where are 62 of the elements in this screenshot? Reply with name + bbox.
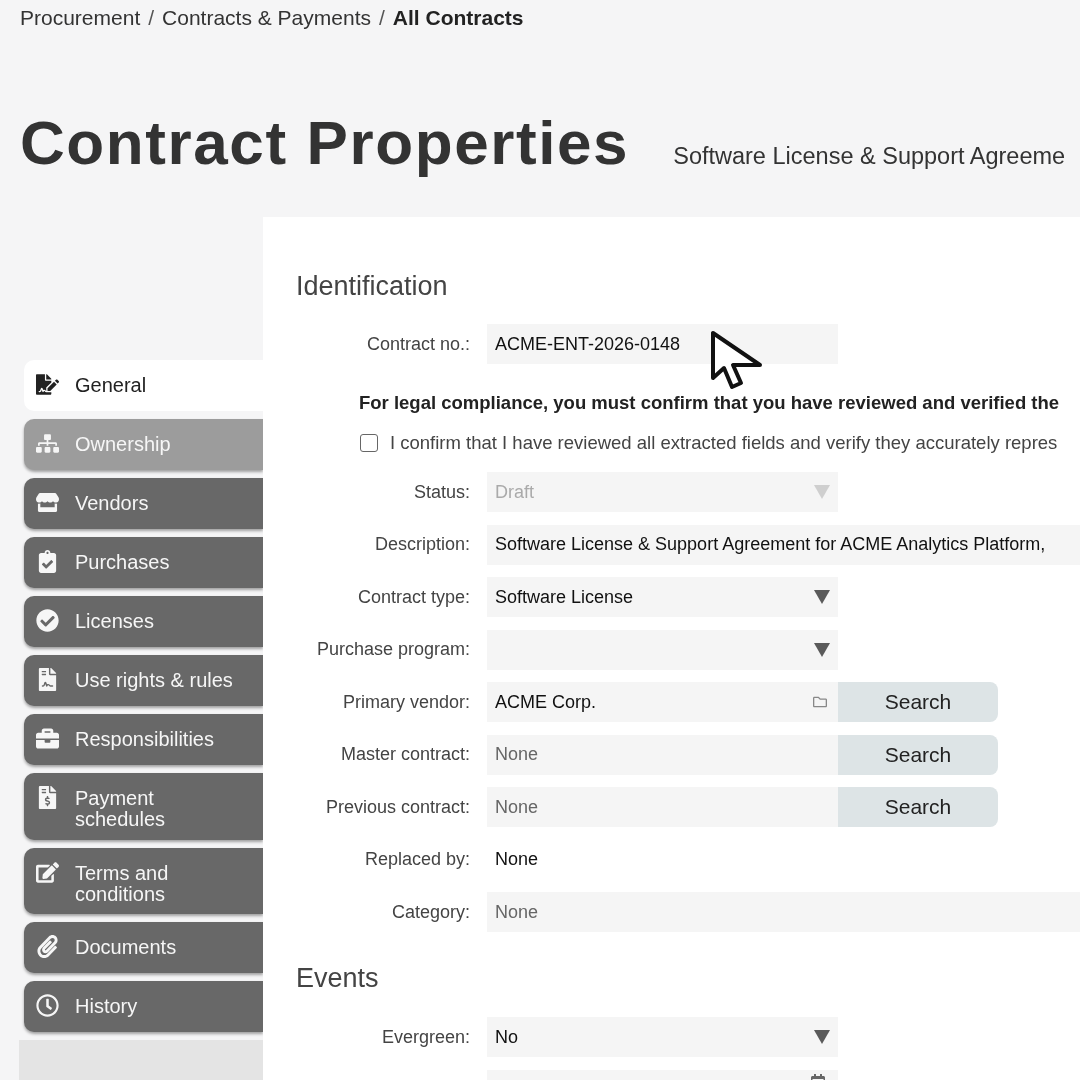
breadcrumb-separator: / xyxy=(379,5,385,32)
sidebar-tab[interactable]: Use rights & rules xyxy=(24,655,263,706)
document-icon xyxy=(36,668,59,691)
breadcrumb-link[interactable]: Contracts & Payments xyxy=(162,2,371,34)
search-button[interactable]: Search xyxy=(838,682,998,722)
field-label: Contract no.: xyxy=(366,332,470,356)
compliance-notice: For legal compliance, you must confirm that you have reviewed and verified the xyxy=(359,392,1060,413)
sidebar-tab[interactable]: Terms and conditions xyxy=(24,847,263,914)
field-label: Primary vendor: xyxy=(342,690,470,714)
dropdown[interactable]: No xyxy=(487,1017,838,1057)
sidebar-tab[interactable]: Vendors xyxy=(24,478,263,529)
caret-down-icon xyxy=(814,485,830,499)
breadcrumb-separator: / xyxy=(148,5,155,32)
edit-icon xyxy=(36,860,59,884)
lookup-field[interactable]: None xyxy=(487,787,838,827)
section-heading: Events xyxy=(296,962,380,994)
field-label: Replaced by: xyxy=(364,848,470,871)
field-label: Previous contract: xyxy=(325,795,470,819)
dropdown[interactable] xyxy=(487,629,838,670)
field-label: Contract type: xyxy=(357,585,470,609)
page-title: Contract Properties xyxy=(20,108,630,178)
checkbox-label: I confirm that I have reviewed all extracted fields and verify they accurately repres xyxy=(390,431,1058,456)
search-button[interactable]: Search xyxy=(838,787,998,827)
field-label: Category: xyxy=(391,900,470,924)
caret-down-icon xyxy=(814,590,830,604)
field-label: Purchase program: xyxy=(316,638,470,661)
page-subtitle: Software License & Support Agreeme xyxy=(673,142,1066,171)
search-button[interactable]: Search xyxy=(838,734,998,775)
caret-down-icon xyxy=(814,1030,830,1044)
dollar-document-icon xyxy=(36,786,59,809)
field-label: Master contract: xyxy=(340,743,470,766)
storefront-icon xyxy=(36,491,59,514)
sidebar-tab[interactable]: Responsibilities xyxy=(24,714,263,765)
breadcrumb-current: All Contracts xyxy=(392,5,524,32)
breadcrumb-link[interactable]: Procurement xyxy=(20,2,141,34)
lookup-field[interactable]: None xyxy=(487,734,838,775)
sidebar-tab[interactable]: Purchases xyxy=(24,537,263,588)
sitemap-icon xyxy=(36,432,59,455)
clock-icon xyxy=(36,994,59,1017)
lookup-field[interactable]: ACME Corp. xyxy=(487,682,838,722)
clipboard-check-icon xyxy=(36,550,59,573)
text-field[interactable]: None xyxy=(487,892,1080,932)
text-field[interactable]: ACME-ENT-2026-0148 xyxy=(487,324,838,364)
sidebar-tab[interactable]: History xyxy=(24,981,263,1032)
sidebar-tab[interactable]: General xyxy=(24,360,263,411)
checkbox[interactable] xyxy=(360,434,378,452)
section-heading: Identification xyxy=(296,270,449,302)
caret-down-icon xyxy=(814,642,830,657)
paperclip-icon xyxy=(36,935,59,958)
sidebar-tab[interactable]: Payment schedules xyxy=(24,773,263,840)
briefcase-icon xyxy=(36,727,59,750)
signature-document-icon xyxy=(36,373,59,396)
dropdown[interactable]: Software License xyxy=(487,577,838,617)
sidebar-tab[interactable]: Licenses xyxy=(24,596,263,647)
field-value: None xyxy=(494,848,539,871)
text-field[interactable]: Software License & Support Agreement for ACME Analytics Platform, xyxy=(487,524,1080,565)
folder-icon xyxy=(812,695,828,709)
field-label: Evergreen: xyxy=(381,1025,470,1049)
field-label: Description: xyxy=(374,533,470,556)
field-label: Status: xyxy=(413,480,470,504)
mouse-pointer-icon xyxy=(710,330,764,390)
sidebar-tab[interactable]: Documents xyxy=(24,922,263,973)
